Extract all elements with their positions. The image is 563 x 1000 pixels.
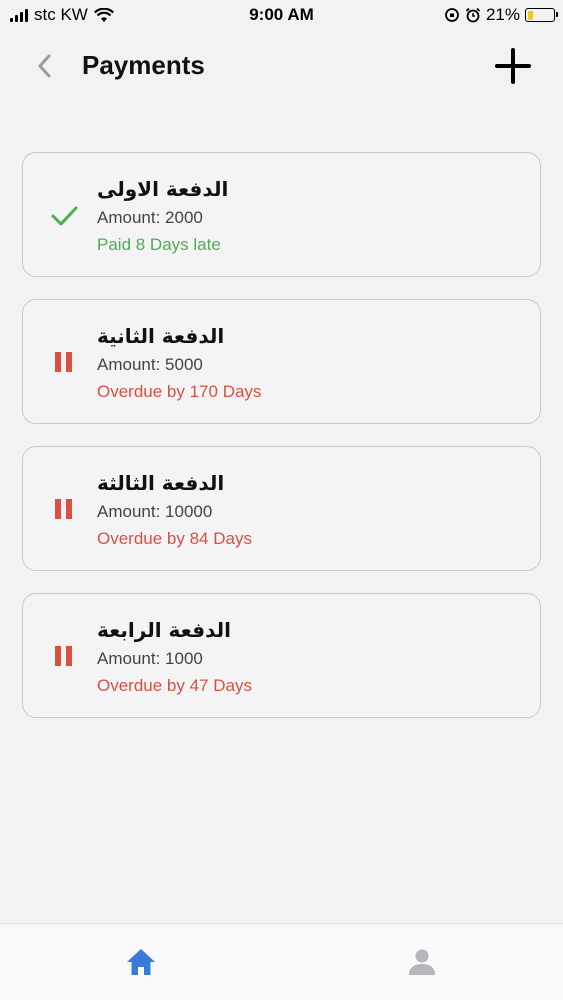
payment-name: الدفعة الثالثة — [97, 471, 225, 495]
pause-icon — [55, 499, 72, 519]
battery-icon — [525, 8, 558, 22]
payment-name: الدفعة الرابعة — [97, 618, 231, 642]
alarm-icon — [465, 7, 481, 23]
page-title: Payments — [82, 50, 205, 80]
plus-icon[interactable] — [493, 46, 533, 86]
pause-icon — [55, 352, 72, 372]
payment-card[interactable]: الدفعة الثالثة Amount: 10000 Overdue by … — [22, 446, 541, 571]
payment-amount: Amount: 1000 — [97, 649, 203, 668]
payment-amount: Amount: 2000 — [97, 208, 203, 227]
chevron-left-icon[interactable] — [30, 48, 60, 84]
payment-amount: Amount: 10000 — [97, 502, 213, 521]
payment-status: Overdue by 84 Days — [97, 529, 252, 548]
tab-bar — [0, 923, 563, 1000]
payment-status: Overdue by 47 Days — [97, 676, 252, 695]
person-icon[interactable] — [404, 944, 440, 980]
pause-icon — [55, 646, 72, 666]
payment-name: الدفعة الثانية — [97, 324, 225, 348]
payment-status: Overdue by 170 Days — [97, 382, 262, 401]
payment-list: الدفعة الاولى Amount: 2000 Paid 8 Days l… — [22, 152, 541, 740]
payment-status: Paid 8 Days late — [97, 235, 221, 254]
payment-amount: Amount: 5000 — [97, 355, 203, 374]
nav-bar: Payments — [0, 30, 563, 105]
rotation-lock-icon — [445, 8, 459, 22]
payment-name: الدفعة الاولى — [97, 177, 229, 201]
check-icon — [51, 206, 78, 226]
home-icon[interactable] — [123, 944, 159, 980]
payment-card[interactable]: الدفعة الثانية Amount: 5000 Overdue by 1… — [22, 299, 541, 424]
battery-percent: 21% — [485, 5, 520, 24]
status-bar: stc KW 9:00 AM 21% — [0, 0, 563, 30]
payment-card[interactable]: الدفعة الاولى Amount: 2000 Paid 8 Days l… — [22, 152, 541, 277]
payment-card[interactable]: الدفعة الرابعة Amount: 1000 Overdue by 4… — [22, 593, 541, 718]
